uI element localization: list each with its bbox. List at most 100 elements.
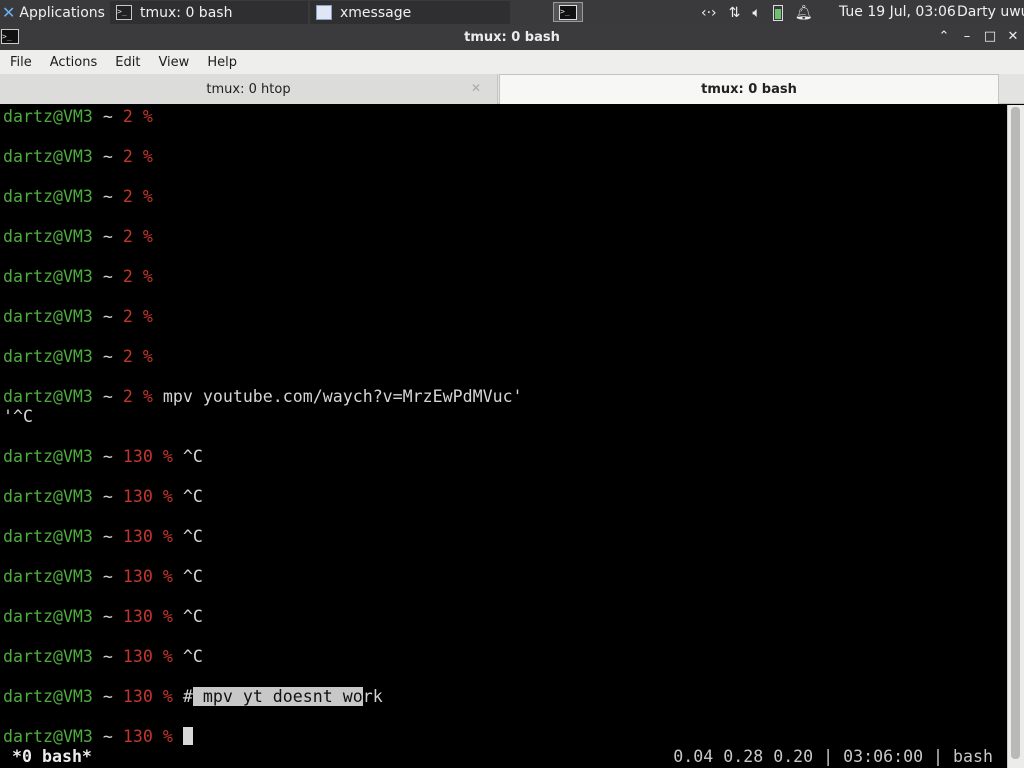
prompt-line: dartz@VM3 ~ 130 % ^C (3, 647, 203, 667)
terminal-output[interactable]: *0 bash* 0.04 0.28 0.20 | 03:06:00 | bas… (0, 105, 1007, 768)
exit-code: 130 (122, 567, 153, 586)
exit-code: 2 (122, 387, 133, 406)
prompt-symbol: % (152, 647, 173, 666)
prompt-user: dartz@VM3 (3, 527, 93, 546)
prompt-user: dartz@VM3 (3, 487, 93, 506)
prompt-separator (93, 687, 103, 706)
menu-edit[interactable]: Edit (105, 55, 148, 70)
prompt-separator (93, 307, 103, 326)
prompt-separator (93, 187, 103, 206)
transfer-icon[interactable]: ⇅ (729, 5, 741, 21)
maximize-button[interactable]: □ (980, 28, 1000, 46)
exit-code: 130 (122, 447, 153, 466)
prompt-line: dartz@VM3 ~ 130 % (3, 727, 193, 747)
prompt-line: dartz@VM3 ~ 2 % (3, 187, 153, 207)
close-button[interactable]: ✕ (1003, 28, 1023, 46)
prompt-symbol: % (152, 567, 173, 586)
tab-htop[interactable]: tmux: 0 htop ✕ (0, 74, 498, 104)
terminal-scrollbar[interactable] (1007, 105, 1024, 768)
exit-code: 130 (122, 487, 153, 506)
window-titlebar[interactable]: >_ tmux: 0 bash ⌃ – □ ✕ (0, 25, 1024, 50)
prompt-line: dartz@VM3 ~ 2 % (3, 107, 153, 127)
menu-actions[interactable]: Actions (40, 55, 106, 70)
tmux-status-line: *0 bash* 0.04 0.28 0.20 | 03:06:00 | bas… (0, 747, 1007, 767)
prompt-separator (173, 727, 183, 746)
prompt-path: ~ (102, 647, 113, 666)
prompt-separator (113, 147, 123, 166)
prompt-path: ~ (102, 107, 113, 126)
menu-view[interactable]: View (148, 55, 197, 70)
prompt-line: dartz@VM3 ~ 130 % ^C (3, 567, 203, 587)
taskbar-item-label: tmux: 0 bash (140, 4, 233, 21)
prompt-user: dartz@VM3 (3, 607, 93, 626)
shade-button[interactable]: ⌃ (934, 28, 954, 46)
menubar: File Actions Edit View Help (0, 50, 1024, 74)
prompt-path: ~ (102, 527, 113, 546)
prompt-separator (113, 107, 123, 126)
prompt-separator (113, 727, 123, 746)
prompt-symbol: % (152, 447, 173, 466)
menu-file[interactable]: File (0, 55, 40, 70)
prompt-path: ~ (102, 687, 113, 706)
prompt-separator (113, 607, 123, 626)
prompt-line: dartz@VM3 ~ 2 % mpv youtube.com/waych?v=… (3, 387, 523, 407)
prompt-separator (113, 647, 123, 666)
applications-menu[interactable]: ✕ Applications ☰ (0, 0, 110, 25)
prompt-separator (93, 267, 103, 286)
taskbar-item-label: xmessage (340, 4, 412, 21)
workspace-switcher[interactable]: >_ (553, 2, 583, 22)
prompt-line: dartz@VM3 ~ 130 % ^C (3, 527, 203, 547)
prompt-path: ~ (102, 447, 113, 466)
exit-code: 2 (122, 347, 133, 366)
notification-bell-icon[interactable]: 🔔︎ (795, 5, 813, 21)
volume-icon[interactable]: 🔈︎ (752, 5, 760, 21)
taskbar-item-xmessage[interactable]: xmessage (310, 1, 510, 24)
prompt-line: dartz@VM3 ~ 2 % (3, 347, 153, 367)
tmux-window-list: *0 bash* (12, 747, 92, 766)
prompt-path: ~ (102, 307, 113, 326)
scrollbar-thumb[interactable] (1011, 107, 1020, 759)
prompt-symbol: % (132, 347, 153, 366)
system-tray: ‹·› ⇅ 🔈︎ 🔔︎ (695, 0, 837, 25)
prompt-separator (93, 347, 103, 366)
clock[interactable]: Tue 19 Jul, 03:06 (839, 4, 956, 20)
prompt-path: ~ (102, 347, 113, 366)
prompt-separator (113, 267, 123, 286)
prompt-path: ~ (102, 607, 113, 626)
prompt-separator (93, 387, 103, 406)
network-icon[interactable]: ‹·› (701, 5, 717, 21)
prompt-symbol: % (152, 487, 173, 506)
tab-bash[interactable]: tmux: 0 bash (499, 74, 999, 104)
prompt-user: dartz@VM3 (3, 387, 93, 406)
menu-help[interactable]: Help (197, 55, 245, 70)
exit-code: 2 (122, 267, 133, 286)
prompt-separator (113, 307, 123, 326)
prompt-symbol: % (132, 147, 153, 166)
prompt-line: dartz@VM3 ~ 130 % ^C (3, 447, 203, 467)
tab-label: tmux: 0 bash (701, 82, 797, 97)
battery-icon[interactable] (772, 4, 783, 21)
prompt-user: dartz@VM3 (3, 727, 93, 746)
prompt-separator (93, 527, 103, 546)
minimize-button[interactable]: – (957, 28, 977, 46)
selected-text: mpv yt doesnt wo (192, 687, 363, 706)
exit-code: 2 (122, 107, 133, 126)
prompt-separator (93, 107, 103, 126)
prompt-line: dartz@VM3 ~ 130 % ^C (3, 607, 203, 627)
user-menu[interactable]: Darty uwu (957, 4, 1024, 20)
prompt-path: ~ (102, 487, 113, 506)
prompt-path: ~ (102, 227, 113, 246)
prompt-symbol: % (132, 227, 153, 246)
prompt-symbol: % (132, 387, 153, 406)
prompt-user: dartz@VM3 (3, 107, 93, 126)
taskbar-item-tmux[interactable]: >_ tmux: 0 bash (110, 1, 308, 24)
exit-code: 130 (122, 607, 153, 626)
prompt-separator (113, 187, 123, 206)
prompt-symbol: % (152, 727, 173, 746)
prompt-separator (113, 567, 123, 586)
prompt-path: ~ (102, 187, 113, 206)
prompt-user: dartz@VM3 (3, 447, 93, 466)
terminal-icon: >_ (116, 5, 132, 20)
close-tab-icon[interactable]: ✕ (471, 81, 481, 95)
window-title: tmux: 0 bash (464, 30, 560, 45)
